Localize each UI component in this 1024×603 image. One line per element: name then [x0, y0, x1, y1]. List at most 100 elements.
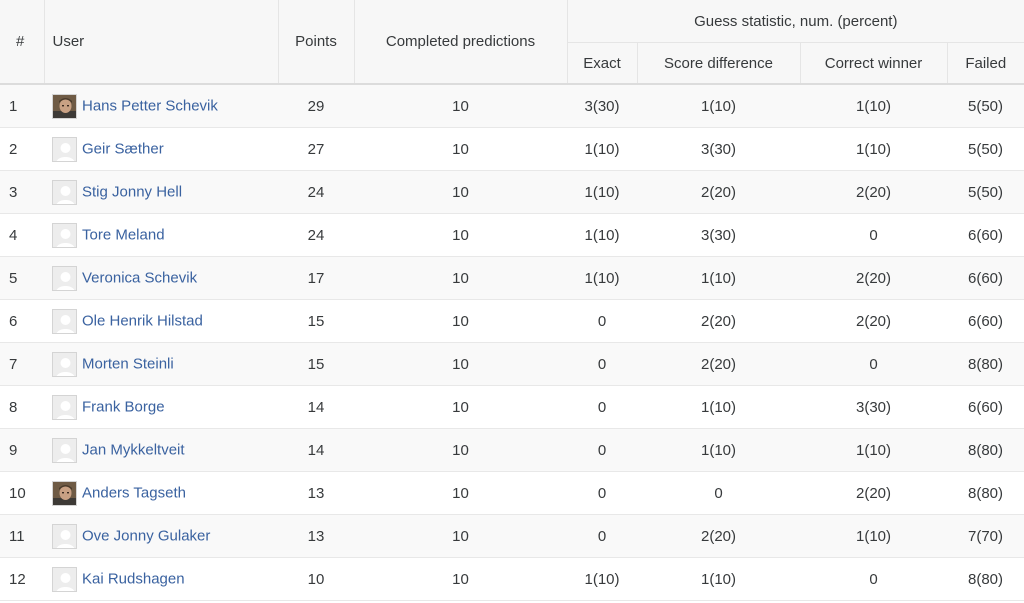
table-row: 12 Kai Rudshagen 10 10 1(10) 1(10) 0 8(80)	[0, 557, 1024, 601]
user-link[interactable]: Morten Steinli	[82, 355, 174, 372]
header-completed-predictions: Completed predictions	[353, 0, 567, 85]
user-cell: Ole Henrik Hilstad	[44, 299, 278, 343]
exact-value: 1(10)	[584, 226, 620, 244]
exact-cell: 0	[567, 299, 637, 343]
completed-cell: 10	[354, 428, 567, 472]
table-body: 1 Hans Petter Schevik 29 10 3(30) 1(10) 1(10) 5…	[0, 84, 1024, 601]
completed-value: 10	[452, 183, 469, 201]
failed-cell: 7(70)	[947, 514, 1024, 558]
completed-cell: 10	[354, 127, 567, 171]
correct-winner-value: 0	[869, 570, 878, 588]
score-difference-value: 1(10)	[700, 570, 737, 588]
rank-cell: 7	[0, 342, 44, 386]
user-link[interactable]: Anders Tagseth	[82, 484, 186, 501]
rank-value: 9	[9, 441, 18, 459]
completed-cell: 10	[354, 471, 567, 515]
completed-value: 10	[452, 398, 469, 416]
score-difference-value: 3(30)	[700, 226, 737, 244]
failed-cell: 6(60)	[947, 213, 1024, 257]
rank-value: 11	[9, 527, 25, 545]
completed-value: 10	[452, 355, 469, 373]
correct-winner-value: 2(20)	[855, 183, 892, 201]
rank-value: 3	[9, 183, 18, 201]
rank-cell: 10	[0, 471, 44, 515]
default-user-avatar-icon[interactable]	[52, 136, 77, 162]
user-link[interactable]: Kai Rudshagen	[82, 570, 185, 587]
rank-cell: 6	[0, 299, 44, 343]
failed-cell: 6(60)	[947, 256, 1024, 300]
rank-value: 10	[9, 484, 26, 502]
default-user-avatar-icon[interactable]	[52, 523, 77, 549]
points-cell: 27	[278, 127, 354, 171]
user-link[interactable]: Ove Jonny Gulaker	[82, 527, 210, 544]
default-user-avatar-icon[interactable]	[52, 179, 77, 205]
user-cell: Veronica Schevik	[44, 256, 278, 300]
rank-cell: 3	[0, 170, 44, 214]
rank-value: 7	[9, 355, 18, 373]
user-link[interactable]: Frank Borge	[82, 398, 165, 415]
failed-value: 8(80)	[968, 355, 1004, 373]
header-exact: Exact	[566, 42, 637, 85]
header-guess-statistic: Guess statistic, num. (percent)	[566, 0, 1024, 43]
exact-value: 1(10)	[584, 183, 620, 201]
score-difference-value: 0	[714, 484, 723, 502]
rank-value: 4	[9, 226, 18, 244]
user-link[interactable]: Jan Mykkeltveit	[82, 441, 185, 458]
user-photo-avatar[interactable]	[52, 93, 77, 119]
points-cell: 13	[278, 514, 354, 558]
points-cell: 15	[278, 342, 354, 386]
failed-value: 8(80)	[968, 570, 1004, 588]
default-user-avatar-icon[interactable]	[52, 222, 77, 248]
default-user-avatar-icon[interactable]	[52, 394, 77, 420]
failed-value: 6(60)	[968, 398, 1004, 416]
default-user-avatar-icon[interactable]	[52, 437, 77, 463]
user-cell: Stig Jonny Hell	[44, 170, 278, 214]
completed-cell: 10	[354, 213, 567, 257]
user-cell: Morten Steinli	[44, 342, 278, 386]
user-link[interactable]: Tore Meland	[82, 226, 165, 243]
default-user-avatar-icon[interactable]	[52, 566, 77, 592]
correct-winner-value: 2(20)	[855, 269, 892, 287]
score-difference-value: 2(20)	[700, 355, 737, 373]
points-value: 15	[307, 312, 325, 330]
score-difference-value: 2(20)	[700, 183, 737, 201]
table-row: 7 Morten Steinli 15 10 0 2(20) 0 8(80)	[0, 342, 1024, 386]
correct-winner-value: 1(10)	[855, 527, 892, 545]
exact-cell: 0	[567, 385, 637, 429]
failed-cell: 8(80)	[947, 428, 1024, 472]
points-value: 17	[307, 269, 325, 287]
points-cell: 14	[278, 385, 354, 429]
table-row: 2 Geir Sæther 27 10 1(10) 3(30) 1(10) 5(50)	[0, 127, 1024, 171]
user-cell: Anders Tagseth	[44, 471, 278, 515]
user-cell: Tore Meland	[44, 213, 278, 257]
score-difference-cell: 1(10)	[637, 256, 800, 300]
rank-value: 12	[9, 570, 26, 588]
completed-value: 10	[452, 269, 469, 287]
exact-value: 0	[597, 527, 607, 545]
user-photo-avatar[interactable]	[52, 480, 77, 506]
points-cell: 24	[278, 213, 354, 257]
user-link[interactable]: Hans Petter Schevik	[82, 97, 218, 114]
score-difference-cell: 0	[637, 471, 800, 515]
completed-value: 10	[452, 140, 469, 158]
correct-winner-value: 2(20)	[855, 484, 892, 502]
rank-value: 5	[9, 269, 18, 287]
completed-value: 10	[452, 570, 469, 588]
rank-cell: 8	[0, 385, 44, 429]
user-link[interactable]: Veronica Schevik	[82, 269, 197, 286]
default-user-avatar-icon[interactable]	[52, 308, 77, 334]
default-user-avatar-icon[interactable]	[52, 265, 77, 291]
rank-value: 2	[9, 140, 18, 158]
correct-winner-cell: 0	[800, 213, 947, 257]
user-link[interactable]: Ole Henrik Hilstad	[82, 312, 203, 329]
rank-cell: 11	[0, 514, 44, 558]
exact-value: 0	[597, 441, 607, 459]
failed-value: 5(50)	[968, 140, 1004, 158]
user-link[interactable]: Geir Sæther	[82, 140, 164, 157]
completed-cell: 10	[354, 84, 567, 128]
correct-winner-value: 0	[869, 355, 878, 373]
completed-value: 10	[452, 527, 469, 545]
default-user-avatar-icon[interactable]	[52, 351, 77, 377]
header-points: Points	[277, 0, 354, 85]
user-link[interactable]: Stig Jonny Hell	[82, 183, 182, 200]
